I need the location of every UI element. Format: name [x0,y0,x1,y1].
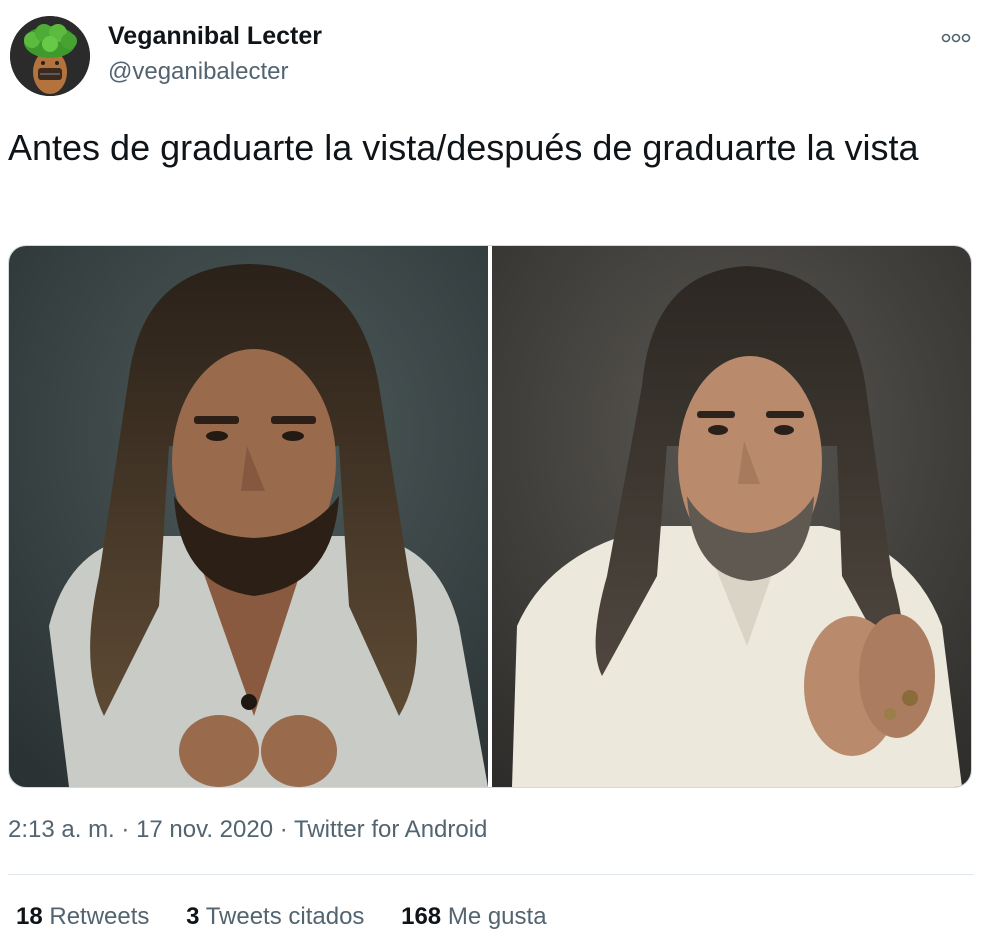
retweets-count: 18 [16,903,43,930]
tweet-date[interactable]: 17 nov. 2020 [136,816,273,843]
more-options-icon [941,33,971,43]
likes-count: 168 [401,903,442,930]
retweets-stat[interactable]: 18 Retweets [16,903,149,931]
user-handle[interactable]: @veganibalecter [108,58,288,86]
photo-before-image [9,246,488,787]
photo-after-image [492,246,971,787]
meta-separator: · [114,816,137,843]
engagement-stats: 18 Retweets 3 Tweets citados 168 Me gust… [16,903,547,931]
tweet-text: Antes de graduarte la vista/después de g… [8,127,919,168]
display-name[interactable]: Vegannibal Lecter [108,22,322,51]
retweets-label: Retweets [49,903,150,930]
likes-label: Me gusta [447,903,547,930]
avatar[interactable] [10,16,90,96]
more-options-button[interactable] [938,28,974,48]
tweet: Vegannibal Lecter @veganibalecter Antes … [0,0,988,950]
quote-tweets-stat[interactable]: 3 Tweets citados [186,903,364,931]
media-grid [8,245,972,788]
profile-avatar-icon [10,16,90,96]
tweet-source[interactable]: Twitter for Android [294,816,487,843]
quote-tweets-label: Tweets citados [205,903,365,930]
meta-separator: · [273,816,294,843]
divider [8,874,974,875]
photo-after[interactable] [492,246,971,787]
quote-tweets-count: 3 [186,903,200,930]
tweet-metadata: 2:13 a. m. · 17 nov. 2020 · Twitter for … [8,816,487,844]
likes-stat[interactable]: 168 Me gusta [401,903,546,931]
tweet-time[interactable]: 2:13 a. m. [8,816,115,843]
photo-before[interactable] [9,246,488,787]
